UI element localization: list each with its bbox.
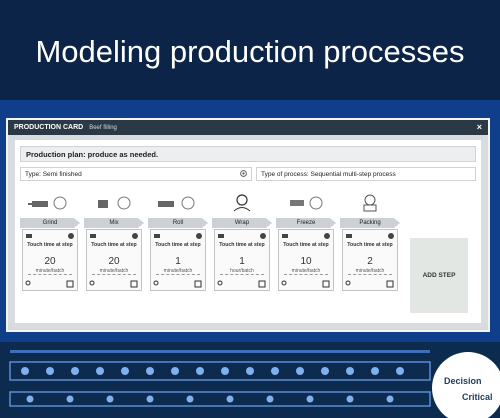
step-detail-box: Touch time at step 1 hour/batch [214,229,270,291]
packer-icon [363,194,377,212]
touch-time-value: 20 [108,256,120,267]
step-grind[interactable]: Grind Touch time at step 20 minute/batch [20,192,80,292]
logo-word-1: Decision [444,376,482,386]
header: Modeling production processes [0,0,500,100]
step-detail-box: Touch time at step 2 minute/batch [342,229,398,291]
step-detail-box: Touch time at step 10 minute/batch [278,229,334,291]
grinder-icon [28,196,67,210]
divider [348,274,392,275]
touch-time-label: Touch time at step [283,242,329,248]
touch-time-value: 1 [175,256,181,267]
type-process-field[interactable]: Type of process: Sequential multi-step p… [256,167,476,181]
step-name: Packing [340,218,400,228]
step-detail-icons [90,233,138,239]
decision-critical-logo: Decision Critical [432,352,500,418]
touch-time-value: 10 [300,256,312,267]
step-freeze[interactable]: Freeze Touch time at step 10 minute/batc… [276,192,336,292]
conveyor-illustration [0,342,500,418]
window-title: PRODUCTION CARD [14,124,84,131]
step-footer-icons [153,280,202,288]
divider [284,274,328,275]
logo-word-2: Critical [462,392,493,402]
touch-time-label: Touch time at step [219,242,265,248]
production-card-window: PRODUCTION CARD Beef filling × Productio… [6,118,490,332]
freezer-icon [290,196,323,210]
step-name: Roll [148,218,208,228]
gear-icon[interactable] [239,169,248,178]
headline: Modeling production processes [35,34,465,69]
touch-time-label: Touch time at step [27,242,73,248]
step-wrap[interactable]: Wrap Touch time at step 1 hour/batch [212,192,272,292]
type-semi-label: Type: Semi finished [25,171,82,178]
card-body: Production plan: produce as needed. Type… [15,140,481,323]
touch-time-value: 20 [44,256,56,267]
step-packing[interactable]: Packing Touch time at step 2 minute/batc… [340,192,400,292]
step-detail-icons [346,233,394,239]
window-titlebar: PRODUCTION CARD Beef filling × [8,120,488,135]
step-detail-box: Touch time at step 20 minute/batch [22,229,78,291]
step-footer-icons [281,280,330,288]
type-semi-field[interactable]: Type: Semi finished [20,167,252,181]
add-step-button[interactable]: ADD STEP [410,238,468,313]
step-detail-icons [282,233,330,239]
touch-time-label: Touch time at step [155,242,201,248]
step-mix[interactable]: Mix Touch time at step 20 minute/batch [84,192,144,292]
touch-time-label: Touch time at step [91,242,137,248]
touch-time-value: 2 [367,256,373,267]
step-roll[interactable]: Roll Touch time at step 1 minute/batch [148,192,208,292]
touch-time-label: Touch time at step [347,242,393,248]
close-icon[interactable]: × [477,120,482,135]
step-name: Wrap [212,218,272,228]
step-name: Grind [20,218,80,228]
divider [220,274,264,275]
step-detail-icons [26,233,74,239]
touch-time-value: 1 [239,256,245,267]
window-subtitle: Beef filling [89,125,117,131]
mixer-icon [98,196,131,210]
page: Modeling production processes PRODUCTION… [0,0,500,418]
divider [156,274,200,275]
step-footer-icons [25,280,74,288]
step-detail-icons [218,233,266,239]
step-detail-box: Touch time at step 20 minute/batch [86,229,142,291]
step-name: Freeze [276,218,336,228]
production-plan[interactable]: Production plan: produce as needed. [20,146,476,162]
divider [92,274,136,275]
step-detail-box: Touch time at step 1 minute/batch [150,229,206,291]
step-footer-icons [345,280,394,288]
type-process-label: Type of process: Sequential multi-step p… [261,171,396,178]
divider [28,274,72,275]
worker-icon [233,194,251,212]
step-footer-icons [217,280,266,288]
step-detail-icons [154,233,202,239]
roller-icon [158,196,195,210]
step-footer-icons [89,280,138,288]
step-name: Mix [84,218,144,228]
